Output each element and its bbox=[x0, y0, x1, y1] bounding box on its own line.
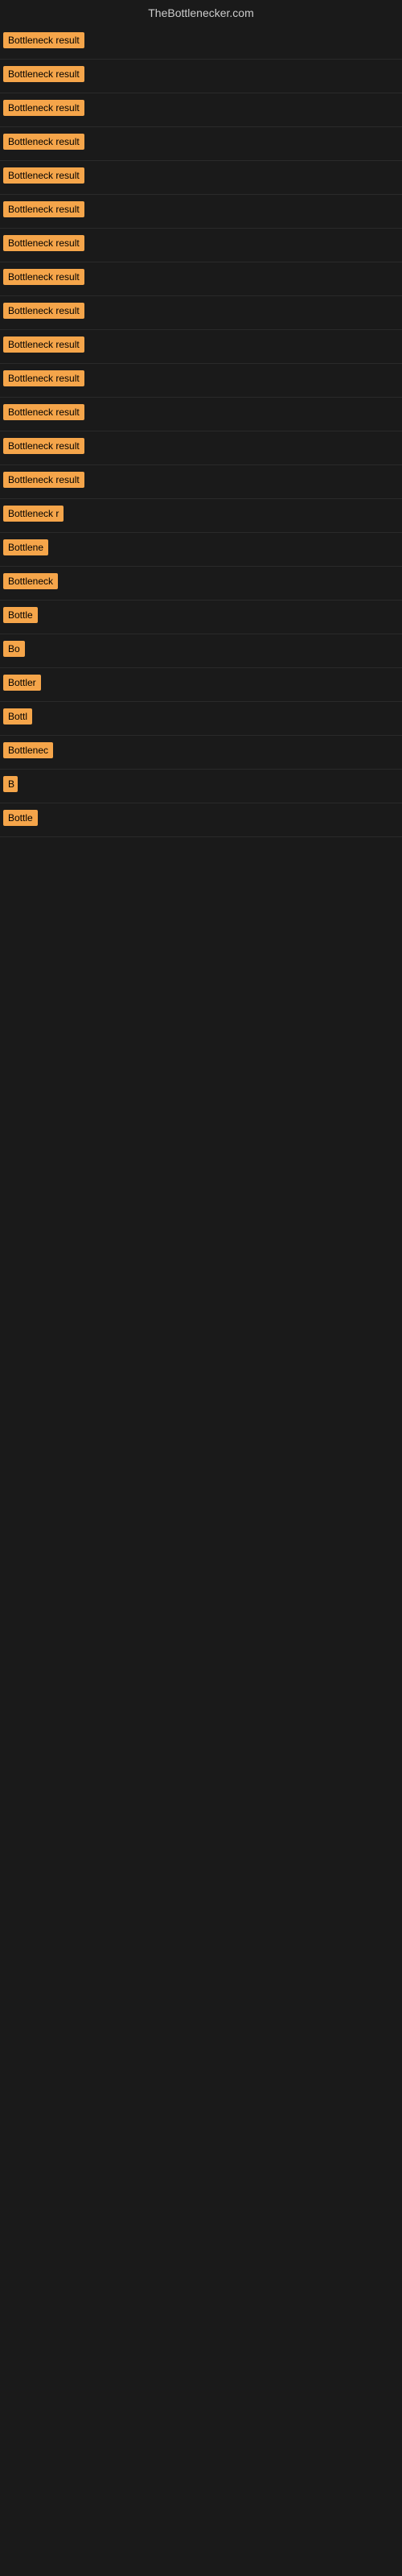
result-row: Bottleneck result bbox=[0, 364, 402, 398]
result-row: B bbox=[0, 770, 402, 803]
result-row: Bottleneck result bbox=[0, 296, 402, 330]
result-row: Bottleneck result bbox=[0, 330, 402, 364]
result-row: Bottleneck result bbox=[0, 161, 402, 195]
result-row: Bottleneck result bbox=[0, 229, 402, 262]
result-row: Bottleneck result bbox=[0, 26, 402, 60]
bottleneck-badge[interactable]: Bottle bbox=[3, 810, 38, 826]
bottleneck-badge[interactable]: Bottleneck result bbox=[3, 472, 84, 488]
bottleneck-badge[interactable]: Bottleneck result bbox=[3, 100, 84, 116]
site-title-bar: TheBottlenecker.com bbox=[0, 0, 402, 26]
result-row: Bottleneck result bbox=[0, 195, 402, 229]
result-row: Bo bbox=[0, 634, 402, 668]
bottleneck-badge[interactable]: B bbox=[3, 776, 18, 792]
bottleneck-badge[interactable]: Bo bbox=[3, 641, 25, 657]
result-row: Bottleneck result bbox=[0, 60, 402, 93]
bottleneck-badge[interactable]: Bottleneck result bbox=[3, 235, 84, 251]
result-row: Bottle bbox=[0, 601, 402, 634]
result-row: Bottlene bbox=[0, 533, 402, 567]
bottleneck-badge[interactable]: Bottleneck result bbox=[3, 66, 84, 82]
bottleneck-badge[interactable]: Bottleneck result bbox=[3, 336, 84, 353]
bottleneck-badge[interactable]: Bottleneck result bbox=[3, 370, 84, 386]
bottleneck-badge[interactable]: Bottleneck result bbox=[3, 167, 84, 184]
bottleneck-badge[interactable]: Bottleneck r bbox=[3, 506, 64, 522]
bottleneck-badge[interactable]: Bottleneck result bbox=[3, 134, 84, 150]
result-row: Bottleneck result bbox=[0, 398, 402, 431]
bottleneck-badge[interactable]: Bottlenec bbox=[3, 742, 53, 758]
result-row: Bottleneck result bbox=[0, 431, 402, 465]
result-row: Bottlenec bbox=[0, 736, 402, 770]
bottleneck-badge[interactable]: Bottleneck result bbox=[3, 269, 84, 285]
result-row: Bottleneck result bbox=[0, 127, 402, 161]
result-row: Bottleneck result bbox=[0, 262, 402, 296]
bottleneck-badge[interactable]: Bottleneck result bbox=[3, 303, 84, 319]
result-row: Bottleneck result bbox=[0, 465, 402, 499]
bottleneck-badge[interactable]: Bottl bbox=[3, 708, 32, 724]
bottleneck-badge[interactable]: Bottleneck result bbox=[3, 201, 84, 217]
bottleneck-badge[interactable]: Bottleneck bbox=[3, 573, 58, 589]
bottleneck-badge[interactable]: Bottle bbox=[3, 607, 38, 623]
result-row: Bottleneck bbox=[0, 567, 402, 601]
result-row: Bottle bbox=[0, 803, 402, 837]
bottleneck-badge[interactable]: Bottleneck result bbox=[3, 404, 84, 420]
result-row: Bottler bbox=[0, 668, 402, 702]
bottleneck-badge[interactable]: Bottlene bbox=[3, 539, 48, 555]
bottleneck-badge[interactable]: Bottleneck result bbox=[3, 32, 84, 48]
result-row: Bottl bbox=[0, 702, 402, 736]
bottleneck-badge[interactable]: Bottler bbox=[3, 675, 41, 691]
bottleneck-badge[interactable]: Bottleneck result bbox=[3, 438, 84, 454]
site-title: TheBottlenecker.com bbox=[0, 0, 402, 26]
results-container: Bottleneck result Bottleneck result Bottle… bbox=[0, 26, 402, 837]
result-row: Bottleneck result bbox=[0, 93, 402, 127]
result-row: Bottleneck r bbox=[0, 499, 402, 533]
